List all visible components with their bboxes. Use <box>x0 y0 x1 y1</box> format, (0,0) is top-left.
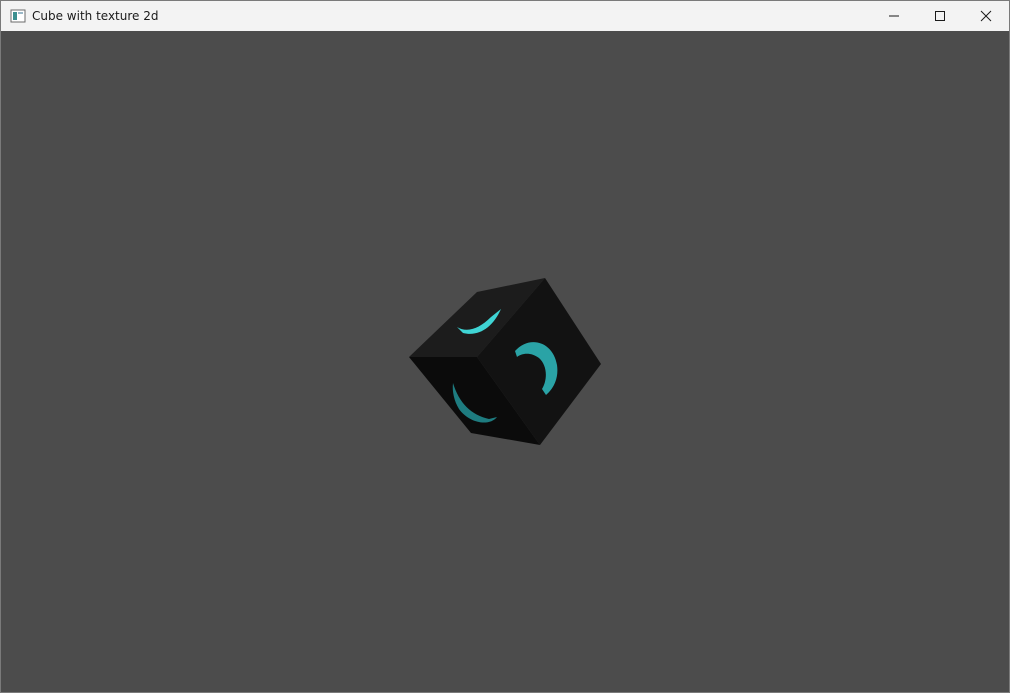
app-window: Cube with texture 2d <box>0 0 1010 693</box>
close-button[interactable] <box>963 1 1009 31</box>
close-icon <box>980 10 992 22</box>
maximize-button[interactable] <box>917 1 963 31</box>
title-bar[interactable]: Cube with texture 2d <box>1 1 1009 31</box>
render-viewport[interactable] <box>1 31 1009 692</box>
minimize-icon <box>889 15 899 17</box>
window-title: Cube with texture 2d <box>32 9 159 23</box>
minimize-button[interactable] <box>871 1 917 31</box>
maximize-icon <box>935 11 945 21</box>
window-app-icon <box>10 9 26 23</box>
cube-scene <box>409 278 601 445</box>
window-controls <box>871 1 1009 31</box>
